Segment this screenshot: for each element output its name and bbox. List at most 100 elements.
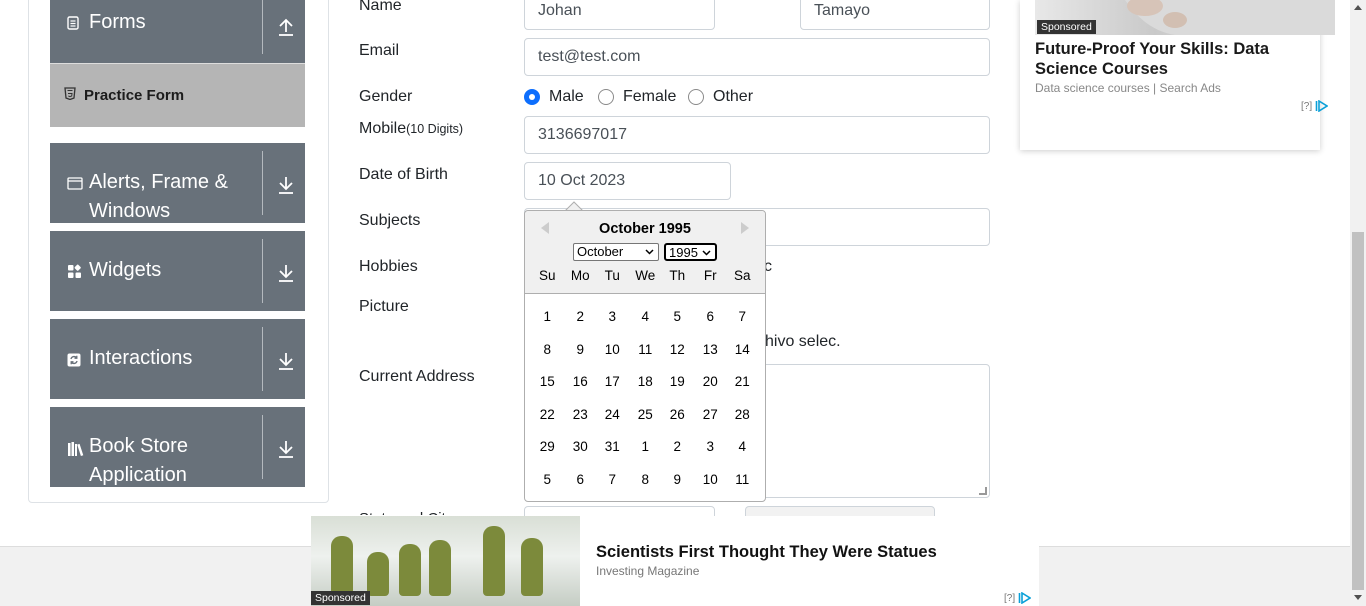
- scrollbar-thumb[interactable]: [1352, 232, 1364, 590]
- scroll-up-icon[interactable]: [1354, 5, 1362, 10]
- arrow-down-icon[interactable]: [276, 351, 296, 371]
- ad-choices[interactable]: [?]: [1301, 100, 1329, 112]
- gender-radio-male[interactable]: Male: [524, 88, 584, 106]
- calendar-day[interactable]: 29: [531, 437, 564, 457]
- calendar-day[interactable]: 7: [596, 470, 629, 490]
- statue-figure: [521, 538, 543, 596]
- calendar-day[interactable]: 4: [629, 307, 662, 327]
- sidebar-group-alerts[interactable]: Alerts, Frame & Windows: [50, 143, 305, 223]
- gender-radio-female[interactable]: Female: [598, 88, 676, 106]
- calendar-day[interactable]: 18: [629, 372, 662, 392]
- adchoices-icon: [1315, 100, 1329, 112]
- calendar-day[interactable]: 7: [726, 307, 759, 327]
- calendar-day[interactable]: 8: [629, 470, 662, 490]
- calendar-day[interactable]: 14: [726, 340, 759, 360]
- year-select-value: 1995: [669, 245, 698, 260]
- calendar-day[interactable]: 6: [564, 470, 597, 490]
- arrow-down-icon[interactable]: [276, 263, 296, 283]
- sponsored-ad-bottom[interactable]: Sponsored Scientists First Thought They …: [311, 516, 1039, 606]
- calendar-day[interactable]: 5: [661, 307, 694, 327]
- calendar-day[interactable]: 6: [694, 307, 727, 327]
- ad-image: Sponsored: [311, 516, 580, 606]
- calendar-day[interactable]: 17: [596, 372, 629, 392]
- calendar-day[interactable]: 19: [661, 372, 694, 392]
- ad-title[interactable]: Future-Proof Your Skills: Data Science C…: [1035, 39, 1335, 79]
- first-name-input[interactable]: Johan: [524, 0, 715, 30]
- calendar-day[interactable]: 1: [531, 307, 564, 327]
- calendar-day[interactable]: 8: [531, 340, 564, 360]
- statue-figure: [483, 526, 505, 596]
- year-select[interactable]: 1995: [664, 243, 717, 261]
- calendar-day[interactable]: 1: [629, 437, 662, 457]
- sidebar-group-label: Interactions: [89, 347, 193, 369]
- calendar-day[interactable]: 5: [531, 470, 564, 490]
- calendar-day[interactable]: 27: [694, 405, 727, 425]
- dob-label: Date of Birth: [359, 166, 448, 183]
- calendar-day[interactable]: 22: [531, 405, 564, 425]
- sidebar-group-widgets[interactable]: Widgets: [50, 231, 305, 311]
- calendar-day[interactable]: 2: [661, 437, 694, 457]
- arrow-down-icon[interactable]: [276, 175, 296, 195]
- calendar-day[interactable]: 23: [564, 405, 597, 425]
- ad-choices[interactable]: [?]: [1004, 592, 1032, 604]
- file-status-text: hivo selec.: [765, 333, 841, 350]
- ad-title[interactable]: Scientists First Thought They Were Statu…: [596, 543, 937, 562]
- divider: [262, 415, 263, 479]
- dob-input[interactable]: 10 Oct 2023: [524, 162, 731, 200]
- arrow-down-icon[interactable]: [276, 439, 296, 459]
- sidebar-group-label-line2: Windows: [89, 200, 171, 222]
- calendar-day[interactable]: 31: [596, 437, 629, 457]
- weekday-label: Fr: [703, 268, 717, 283]
- calendar-day[interactable]: 20: [694, 372, 727, 392]
- calendar-day[interactable]: 25: [629, 405, 662, 425]
- calendar-day[interactable]: 28: [726, 405, 759, 425]
- gender-radio-other[interactable]: Other: [688, 88, 753, 106]
- statue-figure: [367, 552, 389, 596]
- hobbies-label: Hobbies: [359, 258, 418, 275]
- sidebar-group-label-line2: Application: [89, 464, 187, 486]
- sidebar-group-interactions[interactable]: Interactions: [50, 319, 305, 399]
- sidebar-item-practice-form[interactable]: Practice Form: [50, 63, 305, 127]
- calendar-day[interactable]: 24: [596, 405, 629, 425]
- next-month-icon[interactable]: [741, 222, 749, 234]
- scroll-down-icon[interactable]: [1354, 595, 1362, 600]
- month-select-value: October: [577, 244, 624, 259]
- last-name-input[interactable]: Tamayo: [800, 0, 990, 30]
- calendar-day[interactable]: 16: [564, 372, 597, 392]
- sidebar-group-label: Book Store: [89, 435, 188, 457]
- name-label: Name: [359, 0, 402, 14]
- calendar-day[interactable]: 26: [661, 405, 694, 425]
- calendar-day[interactable]: 4: [726, 437, 759, 457]
- page-scrollbar[interactable]: [1350, 0, 1366, 606]
- email-input[interactable]: test@test.com: [524, 38, 990, 76]
- calendar-day[interactable]: 10: [694, 470, 727, 490]
- calendar-day[interactable]: 12: [661, 340, 694, 360]
- calendar-day[interactable]: 3: [596, 307, 629, 327]
- calendar-day[interactable]: 2: [564, 307, 597, 327]
- calendar-day[interactable]: 10: [596, 340, 629, 360]
- calendar-day[interactable]: 30: [564, 437, 597, 457]
- calendar-day[interactable]: 9: [661, 470, 694, 490]
- radio-label: Other: [713, 88, 754, 105]
- statue-figure: [399, 544, 421, 596]
- resize-handle-icon[interactable]: [979, 487, 987, 495]
- sidebar-group-forms[interactable]: Forms: [50, 0, 305, 64]
- sidebar-group-book-store[interactable]: Book Store Application: [50, 407, 305, 487]
- calendar-day[interactable]: 3: [694, 437, 727, 457]
- mobile-input[interactable]: 3136697017: [524, 116, 990, 154]
- radio-label: Female: [623, 88, 677, 105]
- calendar-day[interactable]: 9: [564, 340, 597, 360]
- radio-checked-icon: [524, 89, 540, 105]
- radio-label: Male: [549, 88, 584, 105]
- mobile-hint: (10 Digits): [406, 122, 464, 136]
- calendar-day[interactable]: 13: [694, 340, 727, 360]
- sponsored-ad-right[interactable]: Sponsored Future-Proof Your Skills: Data…: [1020, 0, 1335, 150]
- email-label: Email: [359, 42, 400, 59]
- sponsored-tag: Sponsored: [1037, 20, 1096, 34]
- calendar-day[interactable]: 11: [726, 470, 759, 490]
- calendar-day[interactable]: 11: [629, 340, 662, 360]
- month-select[interactable]: October: [573, 243, 659, 261]
- arrow-up-icon[interactable]: [276, 17, 296, 37]
- calendar-day[interactable]: 15: [531, 372, 564, 392]
- calendar-day[interactable]: 21: [726, 372, 759, 392]
